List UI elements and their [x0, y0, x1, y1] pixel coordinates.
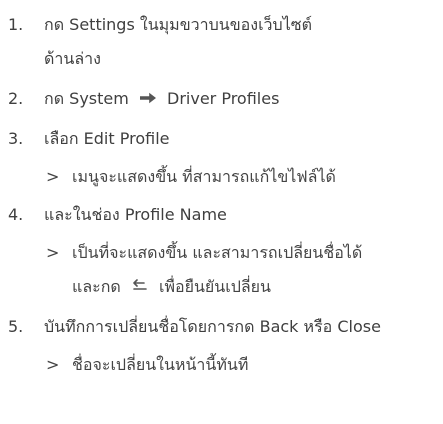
subitem-text: เป็นที่จะแสดงขึ้น และสามารถเปลี่ยนชื่อได…	[72, 243, 363, 262]
right-arrow-icon	[139, 92, 156, 104]
step-number: 3.	[8, 129, 24, 148]
step-text: กด System Driver Profiles	[44, 82, 433, 116]
step-number: 1.	[8, 15, 24, 34]
step-number: 5.	[8, 317, 24, 336]
step-number: 2.	[8, 89, 24, 108]
subitem-text-continuation: และกด เพื่อยืนยันเปลี่ยน	[72, 270, 433, 304]
step-text-continuation: ด้านล่าง	[44, 49, 101, 68]
subitem-text-part: และกด	[72, 277, 121, 296]
instruction-page: 1. กด Settings ในมุมขวาบนของเว็บไซต์ ด้า…	[0, 0, 443, 424]
subitem-marker: >	[46, 167, 60, 186]
step-text-part: Driver Profiles	[167, 89, 280, 108]
return-enter-icon	[133, 279, 147, 290]
step-text: กด Settings ในมุมขวาบนของเว็บไซต์	[44, 15, 312, 34]
subitem-text: เมนูจะแสดงขึ้น ที่สามารถแก้ไขไฟล์ได้	[72, 167, 336, 186]
subitem-marker: >	[46, 355, 60, 374]
subitem-text-part: เพื่อยืนยันเปลี่ยน	[158, 277, 271, 296]
step-text-part: กด System	[44, 89, 129, 108]
step-text: และในช่อง Profile Name	[44, 205, 227, 224]
step-text: เลือก Edit Profile	[44, 129, 170, 148]
step-number: 4.	[8, 205, 24, 224]
subitem-text: ชื่อจะเปลี่ยนในหน้านี้ทันที	[72, 355, 249, 374]
subitem-marker: >	[46, 243, 60, 262]
step-text: บันทึกการเปลี่ยนชื่อโดยการกด Back หรือ C…	[44, 317, 381, 336]
